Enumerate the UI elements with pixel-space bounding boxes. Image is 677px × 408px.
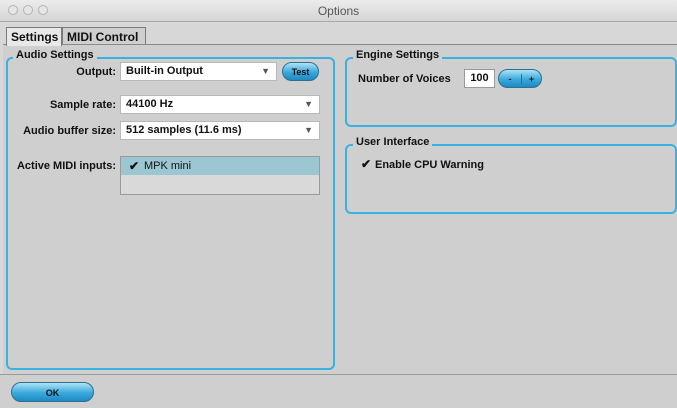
output-label: Output: xyxy=(76,66,116,78)
sample-rate-label: Sample rate: xyxy=(49,99,116,111)
dropdown-arrow-icon: ▼ xyxy=(304,125,313,135)
increment-voices-button[interactable]: + xyxy=(521,74,542,84)
user-interface-group xyxy=(345,144,677,214)
audio-buffer-size-select[interactable]: 512 samples (11.6 ms) ▼ xyxy=(120,121,320,140)
tab-settings[interactable]: Settings xyxy=(6,27,62,46)
midi-input-label: MPK mini xyxy=(144,160,192,172)
tab-midi-control[interactable]: MIDI Control xyxy=(62,27,146,44)
decrement-voices-button[interactable]: - xyxy=(499,74,522,84)
list-item[interactable]: ✔ MPK mini xyxy=(121,157,319,175)
engine-settings-title: Engine Settings xyxy=(353,49,443,61)
audio-settings-title: Audio Settings xyxy=(13,49,97,61)
checkbox-checked-icon[interactable]: ✔ xyxy=(361,157,371,171)
footer-bar xyxy=(0,374,677,408)
enable-cpu-warning-label[interactable]: Enable CPU Warning xyxy=(375,159,484,171)
dropdown-arrow-icon: ▼ xyxy=(304,99,313,109)
title-bar: Options xyxy=(0,0,677,22)
ok-button[interactable]: OK xyxy=(11,382,94,402)
number-of-voices-label: Number of Voices xyxy=(358,73,451,85)
audio-buffer-size-value: 512 samples (11.6 ms) xyxy=(126,124,242,136)
window-title: Options xyxy=(317,4,360,18)
sample-rate-value: 44100 Hz xyxy=(126,98,174,110)
active-midi-inputs-label: Active MIDI inputs: xyxy=(16,160,116,172)
number-of-voices-field[interactable]: 100 xyxy=(464,69,495,88)
audio-buffer-size-label: Audio buffer size: xyxy=(23,125,116,137)
dropdown-arrow-icon: ▼ xyxy=(261,66,270,76)
midi-inputs-list[interactable]: ✔ MPK mini xyxy=(120,156,320,195)
user-interface-title: User Interface xyxy=(353,136,433,148)
engine-settings-group xyxy=(345,57,677,127)
output-select[interactable]: Built-in Output ▼ xyxy=(120,62,277,81)
voices-stepper: - + xyxy=(498,69,542,88)
output-select-value: Built-in Output xyxy=(126,65,203,77)
checkbox-checked-icon[interactable]: ✔ xyxy=(129,159,139,173)
sample-rate-select[interactable]: 44100 Hz ▼ xyxy=(120,95,320,114)
test-button[interactable]: Test xyxy=(282,62,319,81)
